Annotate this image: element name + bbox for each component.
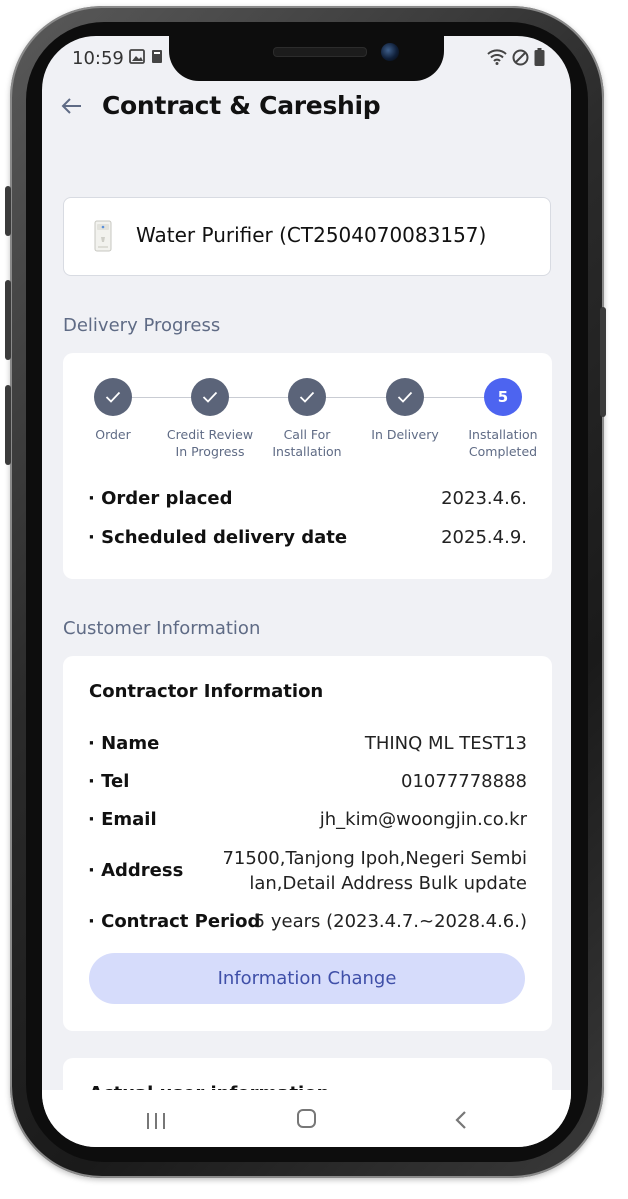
- home-icon[interactable]: [297, 1109, 316, 1128]
- status-icons-left: [129, 49, 165, 68]
- water-purifier-icon: [94, 220, 112, 256]
- status-time: 10:59: [72, 48, 124, 69]
- tel-label: · Tel: [88, 771, 130, 792]
- side-button-action: [5, 186, 11, 236]
- step-label-in-delivery: In Delivery: [371, 427, 439, 442]
- contract-period-value: 5 years (2023.4.7.~2028.4.6.): [253, 911, 527, 932]
- product-card[interactable]: Water Purifier (CT2504070083157): [63, 197, 551, 276]
- product-name: Water Purifier (CT2504070083157): [136, 223, 487, 247]
- step-4-check-icon: [386, 378, 424, 416]
- step-3-check-icon: [288, 378, 326, 416]
- address-label: · Address: [88, 860, 184, 881]
- information-change-button[interactable]: Information Change: [89, 953, 525, 1004]
- back-arrow-icon[interactable]: [60, 94, 84, 122]
- side-button-power: [600, 307, 606, 417]
- page-title: Contract & Careship: [102, 91, 381, 120]
- customer-information-title: Customer Information: [63, 618, 261, 639]
- contract-period-label: · Contract Period: [88, 911, 261, 932]
- contractor-information-title: Contractor Information: [89, 681, 324, 702]
- order-placed-value: 2023.4.6.: [441, 488, 527, 509]
- contractor-information-card: Contractor Information · Name THINQ ML T…: [63, 656, 552, 1031]
- step-2-check-icon: [191, 378, 229, 416]
- step-label-installation-completed: Installation Completed: [468, 427, 538, 459]
- back-icon[interactable]: [454, 1110, 468, 1134]
- email-value: jh_kim@woongjin.co.kr: [319, 809, 527, 830]
- notification-icon: [151, 49, 165, 68]
- order-placed-label: · Order placed: [88, 488, 233, 509]
- status-icons-right: [487, 48, 545, 70]
- address-line-1: 71500,Tanjong Ipoh,Negeri Sembi: [222, 848, 527, 869]
- step-1-check-icon: [94, 378, 132, 416]
- step-label-call-for-installation: Call For Installation: [272, 427, 342, 459]
- step-label-credit-review: Credit Review In Progress: [166, 427, 254, 459]
- address-value: 71500,Tanjong Ipoh,Negeri Sembi lan,Deta…: [222, 846, 527, 896]
- address-line-2: lan,Detail Address Bulk update: [249, 873, 527, 894]
- scheduled-delivery-value: 2025.4.9.: [441, 527, 527, 548]
- image-icon: [129, 49, 145, 68]
- system-nav-bar: [42, 1090, 571, 1147]
- step-label-order: Order: [95, 427, 131, 442]
- delivery-progress-title: Delivery Progress: [63, 315, 221, 336]
- side-button-volume-up: [5, 280, 11, 360]
- front-camera: [381, 43, 399, 61]
- do-not-disturb-icon: [512, 49, 529, 70]
- name-label: · Name: [88, 733, 160, 754]
- delivery-progress-card: 5 Order Credit Review In Progress Call F…: [63, 353, 552, 579]
- recent-apps-icon[interactable]: [145, 1112, 167, 1134]
- name-value: THINQ ML TEST13: [364, 733, 527, 754]
- wifi-icon: [487, 49, 507, 69]
- step-5-current: 5: [484, 378, 522, 416]
- notch: [169, 36, 444, 81]
- speaker: [273, 47, 367, 57]
- scheduled-delivery-label: · Scheduled delivery date: [88, 527, 348, 548]
- battery-icon: [534, 48, 545, 70]
- screen: 10:59 Contract & Careship Water Purifier…: [42, 36, 571, 1147]
- email-label: · Email: [88, 809, 157, 830]
- tel-value: 01077778888: [401, 771, 527, 792]
- side-button-volume-down: [5, 385, 11, 465]
